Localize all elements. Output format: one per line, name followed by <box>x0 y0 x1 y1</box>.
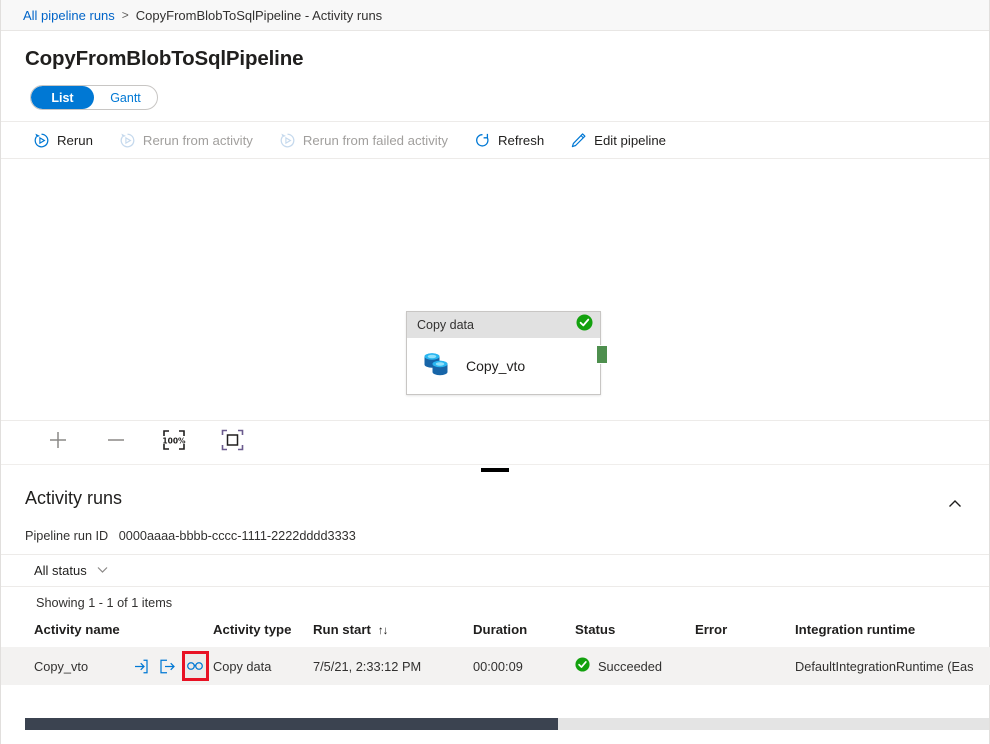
zoom-in-button[interactable] <box>43 428 73 458</box>
rerun-button[interactable]: Rerun <box>33 122 107 158</box>
column-header-status[interactable]: Status <box>575 618 695 647</box>
green-check-icon <box>576 314 593 336</box>
column-header-activity-type[interactable]: Activity type <box>213 618 313 647</box>
sort-arrows-icon[interactable]: ↑↓ <box>378 625 388 637</box>
rerun-icon <box>33 132 50 149</box>
column-header-error[interactable]: Error <box>695 618 795 647</box>
pencil-icon <box>570 132 587 149</box>
activity-runs-page: All pipeline runs > CopyFromBlobToSqlPip… <box>0 0 990 744</box>
view-toggle-list[interactable]: List <box>31 86 94 109</box>
horizontal-scrollbar[interactable] <box>25 718 989 730</box>
rerun-from-failed-activity-label: Rerun from failed activity <box>303 133 448 148</box>
activity-name-value: Copy_vto <box>34 659 129 674</box>
details-glasses-icon[interactable] <box>184 653 207 679</box>
fit-to-screen-icon <box>221 429 244 456</box>
chevron-down-icon <box>96 563 109 579</box>
cell-duration: 00:00:09 <box>473 647 575 685</box>
plus-icon <box>47 429 69 456</box>
pipeline-run-id-value: 0000aaaa-bbbb-cccc-1111-2222dddd3333 <box>119 529 356 543</box>
cell-activity-name: Copy_vto <box>1 647 213 685</box>
column-header-activity-name[interactable]: Activity name <box>1 618 213 647</box>
zoom-to-100-button[interactable]: 100% <box>159 428 189 458</box>
panel-splitter[interactable] <box>1 464 989 476</box>
horizontal-scrollbar-zone <box>1 718 989 730</box>
command-bar: Rerun Rerun from activity Rerun from <box>1 121 989 159</box>
cell-activity-type: Copy data <box>213 647 313 685</box>
breadcrumb: All pipeline runs > CopyFromBlobToSqlPip… <box>1 0 989 31</box>
chevron-up-icon <box>947 496 963 517</box>
pipeline-canvas[interactable]: Copy data <box>1 159 989 464</box>
activity-node-header: Copy data <box>407 312 600 338</box>
cell-status: Succeeded <box>575 647 695 685</box>
activity-node-copy-vto[interactable]: Copy data <box>406 311 601 395</box>
table-header-row: Activity name Activity type Run start↑↓ … <box>1 618 990 647</box>
activity-node-name: Copy_vto <box>466 358 525 374</box>
activity-runs-table: Activity name Activity type Run start↑↓ … <box>1 618 990 685</box>
horizontal-scrollbar-thumb[interactable] <box>25 718 558 730</box>
refresh-button[interactable]: Refresh <box>474 122 558 158</box>
showing-count: Showing 1 - 1 of 1 items <box>1 587 989 610</box>
rerun-from-activity-label: Rerun from activity <box>143 133 253 148</box>
column-header-run-start[interactable]: Run start ↑↓ <box>313 618 473 647</box>
page-title: CopyFromBlobToSqlPipeline <box>1 31 989 71</box>
table-row[interactable]: Copy_vto <box>1 647 990 685</box>
column-header-integration-runtime[interactable]: Integration runtime <box>795 618 990 647</box>
status-value: Succeeded <box>598 659 662 674</box>
breadcrumb-current: CopyFromBlobToSqlPipeline - Activity run… <box>136 8 382 23</box>
output-icon[interactable] <box>156 654 179 678</box>
breadcrumb-all-pipeline-runs-link[interactable]: All pipeline runs <box>23 8 115 23</box>
pipeline-run-id-label: Pipeline run ID <box>25 529 108 543</box>
activity-node-type-label: Copy data <box>417 318 474 332</box>
edit-pipeline-label: Edit pipeline <box>594 133 666 148</box>
column-header-duration[interactable]: Duration <box>473 618 575 647</box>
pipeline-run-id: Pipeline run ID 0000aaaa-bbbb-cccc-1111-… <box>1 520 989 543</box>
column-header-run-start-label: Run start <box>313 622 371 637</box>
green-check-icon <box>575 657 590 675</box>
activity-runs-panel: Activity runs Pipeline run ID 0000aaaa-b… <box>1 476 989 685</box>
activity-runs-table-wrapper: Activity name Activity type Run start↑↓ … <box>1 618 989 685</box>
status-filter-dropdown[interactable]: All status <box>34 563 109 579</box>
collapse-panel-button[interactable] <box>941 492 969 520</box>
copy-data-icon <box>421 350 452 383</box>
activity-runs-filter-bar: All status <box>1 554 989 587</box>
activity-node-output-port[interactable] <box>596 345 608 364</box>
cell-run-start: 7/5/21, 2:33:12 PM <box>313 647 473 685</box>
cell-integration-runtime: DefaultIntegrationRuntime (Eas <box>795 647 990 685</box>
canvas-zoom-controls: 100% <box>1 420 989 464</box>
rerun-from-activity-icon <box>119 132 136 149</box>
zoom-100-icon: 100% <box>162 429 186 456</box>
activity-runs-header: Activity runs <box>1 476 989 520</box>
rerun-from-failed-activity-button[interactable]: Rerun from failed activity <box>279 122 462 158</box>
breadcrumb-separator-icon: > <box>122 8 129 22</box>
minus-icon <box>105 429 127 456</box>
fit-to-screen-button[interactable] <box>217 428 247 458</box>
activity-node-body: Copy_vto <box>407 338 600 394</box>
rerun-label: Rerun <box>57 133 93 148</box>
cell-error <box>695 647 795 685</box>
view-toggle: List Gantt <box>30 85 158 110</box>
view-toggle-gantt[interactable]: Gantt <box>94 86 157 109</box>
input-icon[interactable] <box>129 654 152 678</box>
activity-runs-title: Activity runs <box>25 488 122 509</box>
edit-pipeline-button[interactable]: Edit pipeline <box>570 122 680 158</box>
refresh-label: Refresh <box>498 133 544 148</box>
rerun-from-activity-button[interactable]: Rerun from activity <box>119 122 267 158</box>
rerun-from-failed-activity-icon <box>279 132 296 149</box>
splitter-grip[interactable] <box>481 468 509 472</box>
zoom-out-button[interactable] <box>101 428 131 458</box>
refresh-icon <box>474 132 491 149</box>
svg-text:100%: 100% <box>162 437 186 446</box>
status-filter-label: All status <box>34 563 87 578</box>
